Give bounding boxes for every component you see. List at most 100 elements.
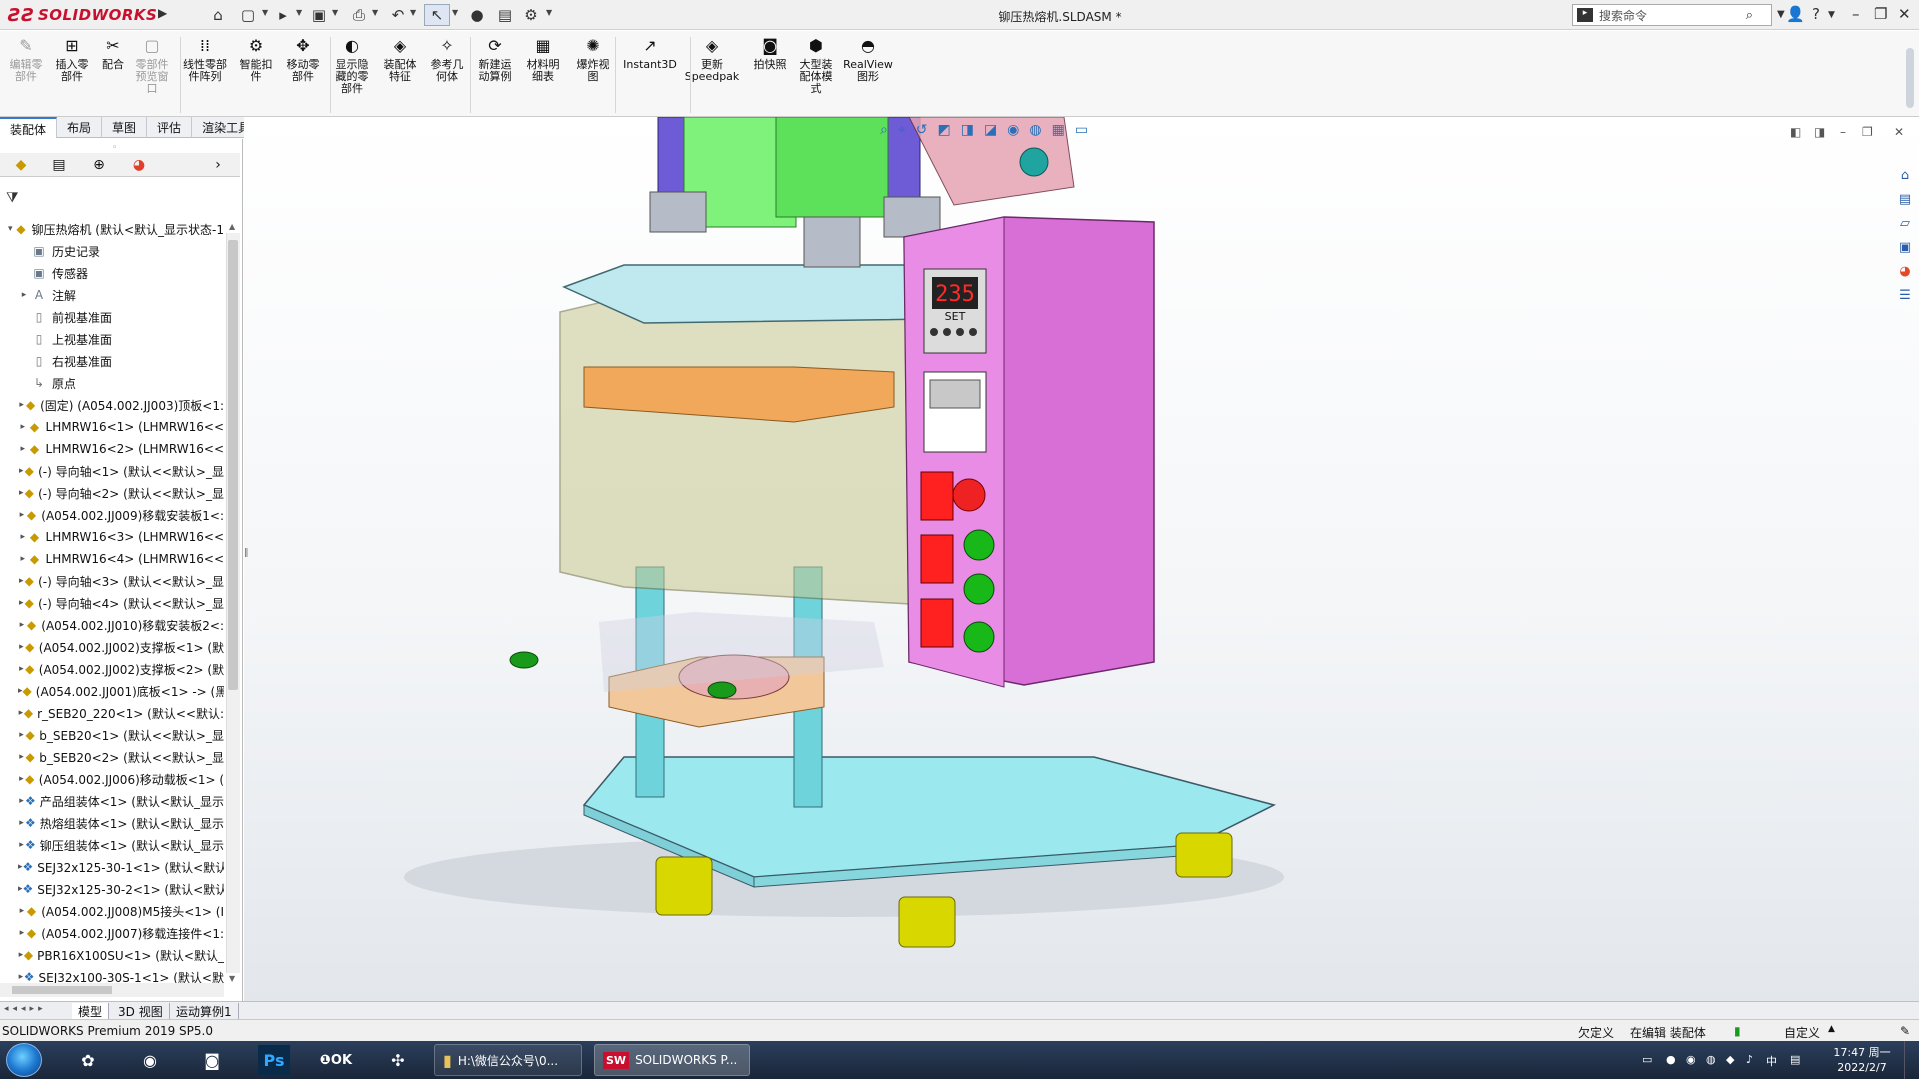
tile-right-icon[interactable]: ◨: [1814, 125, 1825, 139]
help-icon[interactable]: ?: [1812, 5, 1820, 23]
tool-button[interactable]: ⬢ 大型装 配体模 式: [794, 35, 838, 95]
tree-item[interactable]: ▸ ◆ LHMRW16<4> (LHMRW16<<: [0, 548, 224, 570]
close-icon[interactable]: ✕: [1898, 5, 1911, 23]
tool-button[interactable]: ▢ 零部件 预览窗 口: [130, 35, 174, 95]
tree-item[interactable]: ▸ ❖ SEJ32x100-30S-1<1> (默认<默: [0, 966, 224, 983]
tree-item[interactable]: ▸ ◆ LHMRW16<1> (LHMRW16<<: [0, 416, 224, 438]
tool-button[interactable]: ✂ 配合: [91, 35, 135, 71]
user-icon[interactable]: 👤: [1786, 5, 1805, 23]
ime-icon[interactable]: 中: [1766, 1053, 1777, 1069]
tab-2[interactable]: 草图: [102, 117, 148, 138]
zoom-area-icon[interactable]: ⌖: [898, 122, 906, 138]
chevron-down-icon[interactable]: ▼: [1777, 9, 1785, 20]
tool-button[interactable]: ✎ 编辑零 部件: [4, 35, 48, 83]
graphics-area[interactable]: 235 SET: [244, 117, 1919, 1001]
rebuild-status-icon[interactable]: ▮: [1734, 1024, 1741, 1038]
expand-icon[interactable]: ▸: [18, 840, 25, 850]
design-library-icon[interactable]: ▤: [1895, 189, 1915, 209]
tree-item[interactable]: ▸ ◆ (-) 导向轴<1> (默认<<默认>_显: [0, 460, 224, 482]
commandmanager-scroll[interactable]: [1906, 48, 1914, 108]
panel-splitter-handle[interactable]: ‖: [244, 548, 249, 558]
taskbar-solidworks-task[interactable]: SW SOLIDWORKS P...: [594, 1044, 750, 1076]
tree-item[interactable]: ▸ A 注解: [0, 284, 224, 306]
tray-app-icon[interactable]: ◆: [1726, 1053, 1734, 1066]
scroll-up-icon[interactable]: ▲: [229, 222, 235, 231]
search-icon[interactable]: ⌕: [1746, 8, 1753, 23]
feature-manager-tab-icon[interactable]: ◆: [4, 155, 38, 175]
chevron-down-icon[interactable]: ▼: [452, 8, 460, 17]
chevron-down-icon[interactable]: ▼: [1828, 10, 1835, 20]
tree-item[interactable]: ▸ ❖ SEJ32x125-30-2<1> (默认<默认: [0, 878, 224, 900]
pinned-app-icon[interactable]: ✣: [378, 1045, 418, 1075]
tree-item[interactable]: ▯ 右视基准面: [0, 350, 224, 372]
tree-scroll-thumb[interactable]: [228, 240, 238, 690]
search-commands-input[interactable]: ▸ 搜索命令 ⌕: [1572, 4, 1772, 26]
menu-expand-icon[interactable]: ▶: [158, 6, 170, 24]
tree-item[interactable]: ▸ ❖ 热熔组装体<1> (默认<默认_显示: [0, 812, 224, 834]
expand-icon[interactable]: ▸: [18, 928, 26, 938]
tree-item[interactable]: ▯ 上视基准面: [0, 328, 224, 350]
traffic-light-icon[interactable]: ●: [464, 4, 490, 26]
expand-icon[interactable]: ▸: [18, 642, 25, 652]
custom-properties-icon[interactable]: ☰: [1895, 285, 1915, 305]
tray-app-icon[interactable]: ◍: [1706, 1053, 1716, 1066]
tool-button[interactable]: ⊞ 插入零 部件: [50, 35, 94, 83]
tree-item[interactable]: ▯ 前视基准面: [0, 306, 224, 328]
photoshop-icon[interactable]: Ps: [258, 1045, 290, 1075]
tree-item[interactable]: ▣ 历史记录: [0, 240, 224, 262]
panel-collapse-handle[interactable]: ◦: [112, 143, 117, 153]
tree-item[interactable]: ▸ ❖ 铆压组装体<1> (默认<默认_显示: [0, 834, 224, 856]
tab-nav-arrows-icon[interactable]: ◂◂◂▸▸: [4, 1004, 47, 1014]
tree-item[interactable]: ▸ ◆ (-) 导向轴<4> (默认<<默认>_显: [0, 592, 224, 614]
expand-icon[interactable]: ▸: [18, 730, 25, 740]
file-explorer-icon[interactable]: ▱: [1895, 213, 1915, 233]
chevron-down-icon[interactable]: ▼: [372, 8, 380, 17]
volume-icon[interactable]: ♪: [1746, 1053, 1753, 1066]
new-document-icon[interactable]: ▢: [235, 4, 261, 26]
tree-item[interactable]: ▸ ◆ (-) 导向轴<3> (默认<<默认>_显: [0, 570, 224, 592]
expand-icon[interactable]: ▸: [18, 444, 27, 454]
tree-item[interactable]: ▸ ◆ (A054.002.JJ001)底板<1> -> (黑: [0, 680, 224, 702]
tree-item[interactable]: ▸ ◆ (A054.002.JJ002)支撑板<1> (默: [0, 636, 224, 658]
view-settings-icon[interactable]: ▭: [1075, 122, 1088, 138]
chevron-up-icon[interactable]: ▲: [1828, 1024, 1835, 1034]
system-clock[interactable]: 17:47 周一 2022/2/7: [1832, 1045, 1892, 1075]
network-icon[interactable]: ▤: [1790, 1053, 1800, 1066]
units-selector[interactable]: 自定义: [1784, 1024, 1820, 1041]
minimize-document-icon[interactable]: –: [1840, 125, 1846, 139]
expand-icon[interactable]: ▸: [18, 774, 25, 784]
tab-model[interactable]: 模型: [72, 1003, 110, 1019]
tree-item[interactable]: ▸ ◆ (A054.002.JJ010)移载安装板2<:: [0, 614, 224, 636]
expand-icon[interactable]: ▸: [18, 752, 25, 762]
taskbar-explorer-task[interactable]: ▮ H:\微信公众号\0...: [434, 1044, 582, 1076]
tree-root[interactable]: ▾ ◆ 铆压热熔机 (默认<默认_显示状态-1: [0, 218, 224, 240]
tab-0[interactable]: 装配体: [0, 117, 58, 138]
assembly-3d-model[interactable]: 235 SET: [244, 117, 1919, 1001]
restore-document-icon[interactable]: ❐: [1862, 125, 1873, 139]
pinned-app-icon[interactable]: ✿: [68, 1045, 108, 1075]
tool-button[interactable]: ✺ 爆炸视 图: [571, 35, 615, 83]
expand-icon[interactable]: ▸: [18, 796, 25, 806]
tree-item[interactable]: ▸ ◆ (固定) (A054.002.JJ003)顶板<1:: [0, 394, 224, 416]
open-folder-icon[interactable]: ▸: [270, 4, 296, 26]
expand-icon[interactable]: ▸: [18, 664, 25, 674]
close-document-icon[interactable]: ✕: [1894, 125, 1904, 139]
file-properties-icon[interactable]: ▤: [492, 4, 518, 26]
section-view-icon[interactable]: ◩: [937, 122, 950, 138]
select-pointer-icon[interactable]: ↖: [424, 4, 450, 26]
tool-button[interactable]: ◙ 拍快照: [748, 35, 792, 71]
chevron-down-icon[interactable]: ▼: [546, 8, 554, 17]
solidworks-resources-icon[interactable]: ⌂: [1895, 165, 1915, 185]
tool-button[interactable]: ◈ 更新 Speedpak: [685, 35, 740, 83]
tree-item[interactable]: ▸ ◆ LHMRW16<2> (LHMRW16<<: [0, 438, 224, 460]
expand-icon[interactable]: ▸: [18, 818, 25, 828]
tool-button[interactable]: ⁞⁞ 线性零部 件阵列: [183, 35, 227, 83]
print-icon[interactable]: ⎙: [346, 4, 372, 26]
tree-item[interactable]: ▸ ◆ (-) 导向轴<2> (默认<<默认>_显: [0, 482, 224, 504]
scroll-down-icon[interactable]: ▼: [229, 974, 235, 983]
tool-button[interactable]: ↗ Instant3D: [623, 35, 677, 71]
display-style-icon[interactable]: ◪: [984, 122, 997, 138]
tree-item[interactable]: ▸ ◆ LHMRW16<3> (LHMRW16<<: [0, 526, 224, 548]
tree-item[interactable]: ▸ ❖ SEJ32x125-30-1<1> (默认<默认: [0, 856, 224, 878]
tree-item[interactable]: ▸ ◆ b_SEB20<1> (默认<<默认>_显: [0, 724, 224, 746]
